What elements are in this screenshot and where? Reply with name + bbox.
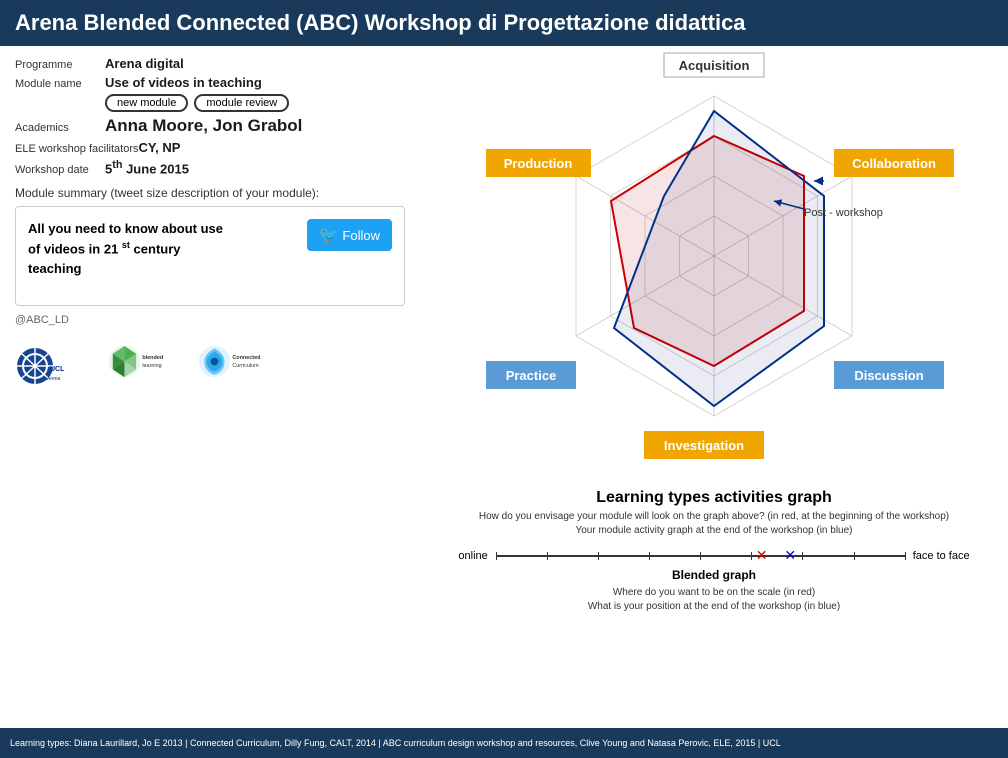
svg-text:UCL: UCL [50, 366, 65, 373]
right-panel: Acquisition Production Collaboration Pos… [420, 46, 1008, 728]
summary-label: Module summary (tweet size description o… [15, 186, 405, 200]
footer-text: Learning types: Diana Laurillard, Jo E 2… [10, 738, 781, 748]
module-name-value: Use of videos in teaching [105, 75, 262, 90]
blue-marker: ✕ [784, 547, 796, 564]
scale-online-label: online [458, 550, 487, 562]
follow-label: Follow [342, 228, 380, 243]
academics-label: Academics [15, 122, 105, 134]
facilitators-value: CY, NP [139, 140, 181, 155]
facilitators-row: ELE workshop facilitators CY, NP [15, 140, 405, 155]
svg-text:Production: Production [504, 156, 573, 171]
logos-row: UCL Arena blended learning [15, 336, 405, 391]
abc-handle: @ABC_LD [15, 314, 405, 326]
svg-text:Discussion: Discussion [854, 368, 923, 383]
workshop-date-row: Workshop date 5th June 2015 [15, 159, 405, 176]
module-name-row: Module name Use of videos in teaching [15, 75, 405, 90]
svg-text:Acquisition: Acquisition [679, 58, 750, 73]
academics-row: Academics Anna Moore, Jon Grabol [15, 116, 405, 136]
svg-text:Arena: Arena [47, 376, 61, 382]
blended-scale: online ✕ ✕ face to fac [458, 550, 969, 562]
tweet-text: All you need to know about use of videos… [28, 219, 297, 278]
learning-types-title: Learning types activities graph [430, 489, 998, 507]
scale-face-label: face to face [913, 550, 970, 562]
page-header: Arena Blended Connected (ABC) Workshop d… [0, 0, 1008, 46]
red-marker: ✕ [756, 547, 768, 564]
blended-questions: Where do you want to be on the scale (in… [588, 586, 840, 614]
programme-row: Programme Arena digital [15, 56, 405, 71]
footer-bar: Learning types: Diana Laurillard, Jo E 2… [0, 728, 1008, 758]
module-name-label: Module name [15, 78, 105, 90]
svg-text:Curriculum: Curriculum [232, 363, 259, 369]
svg-text:Post - workshop: Post - workshop [804, 207, 883, 219]
blended-title: Blended graph [672, 568, 756, 582]
svg-text:Practice: Practice [506, 368, 557, 383]
ucl-arena-logo: UCL Arena [15, 336, 85, 391]
module-type-label [15, 97, 105, 109]
programme-value: Arena digital [105, 56, 184, 71]
scale-bar: ✕ ✕ [496, 555, 905, 557]
tweet-box: All you need to know about use of videos… [15, 206, 405, 306]
radar-chart-svg: Acquisition Production Collaboration Pos… [430, 51, 998, 481]
connected-curriculum-logo: Connected Curriculum [195, 336, 265, 391]
svg-text:Collaboration: Collaboration [852, 156, 936, 171]
facilitators-label: ELE workshop facilitators [15, 143, 139, 155]
module-type-row: new module module review [15, 94, 405, 112]
page-title: Arena Blended Connected (ABC) Workshop d… [15, 10, 746, 35]
blended-learning-logo: blended learning [105, 336, 175, 391]
blended-graph-section: online ✕ ✕ face to fac [430, 546, 998, 614]
twitter-bird-icon: 🐦 [319, 225, 339, 245]
module-review-badge[interactable]: module review [194, 94, 289, 112]
follow-button[interactable]: 🐦 Follow [307, 219, 393, 251]
programme-label: Programme [15, 59, 105, 71]
left-panel: Programme Arena digital Module name Use … [0, 46, 420, 728]
radar-chart-container: Acquisition Production Collaboration Pos… [430, 51, 998, 481]
module-type-options: new module module review [105, 94, 289, 112]
learning-types-description: How do you envisage your module will loo… [430, 510, 998, 538]
academics-value: Anna Moore, Jon Grabol [105, 116, 302, 136]
svg-text:learning: learning [142, 363, 161, 369]
workshop-date-value: 5th June 2015 [105, 159, 189, 176]
svg-text:Investigation: Investigation [664, 438, 744, 453]
svg-text:Connected: Connected [232, 356, 260, 362]
workshop-date-label: Workshop date [15, 164, 105, 176]
svg-text:blended: blended [142, 356, 163, 362]
new-module-badge[interactable]: new module [105, 94, 188, 112]
